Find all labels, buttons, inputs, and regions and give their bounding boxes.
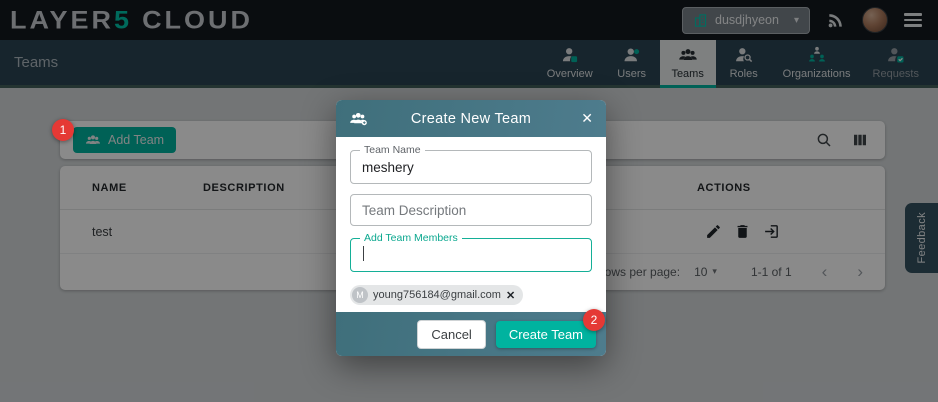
step-2-badge: 2 [583,309,605,331]
member-email-chip: M young756184@gmail.com ✕ [350,285,523,305]
cancel-button[interactable]: Cancel [417,320,485,349]
modal-body: Team Name Add Team Members M young756184… [336,137,606,312]
modal-footer: Cancel Create Team [336,312,606,356]
team-name-label: Team Name [360,144,425,157]
modal-header: Create New Team ✕ [336,100,606,137]
add-team-members-field[interactable]: Add Team Members [350,238,592,272]
modal-title: Create New Team [368,111,574,127]
team-name-field: Team Name [350,150,592,184]
create-team-button[interactable]: Create Team [496,321,596,348]
text-cursor [363,246,364,261]
member-chip-row: M young756184@gmail.com ✕ [350,285,592,305]
team-description-field [350,194,592,226]
member-avatar: M [352,287,368,303]
member-email: young756184@gmail.com [373,289,501,301]
app-screen: LAYER5CLOUD dusdjhyeon ▾ [0,0,938,402]
close-icon[interactable]: ✕ [574,110,593,127]
create-new-team-modal: Create New Team ✕ Team Name Add Team Mem… [336,100,606,356]
step-1-badge: 1 [52,119,74,141]
add-team-members-label: Add Team Members [360,232,462,245]
group-add-icon [349,109,368,128]
remove-member-icon[interactable]: ✕ [506,289,515,302]
team-description-input[interactable] [351,195,591,225]
